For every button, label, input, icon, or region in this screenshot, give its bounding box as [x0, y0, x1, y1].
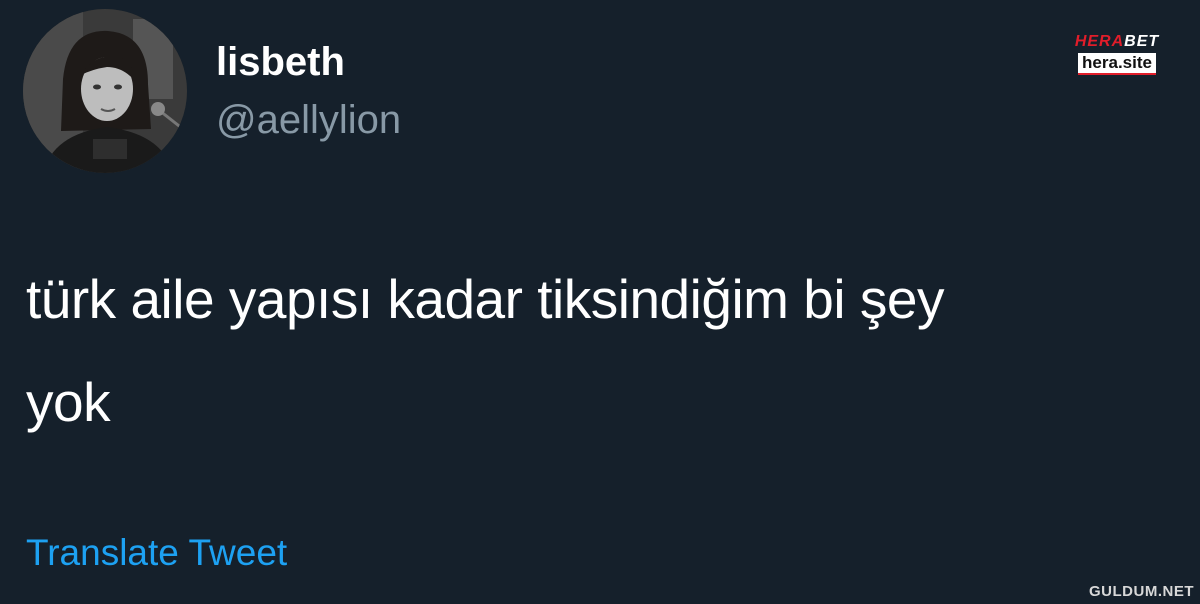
herabet-logo: HERABET — [1074, 33, 1160, 50]
herabet-watermark: HERABET hera.site — [1058, 32, 1176, 75]
guldum-watermark: GULDUM.NET — [1089, 583, 1194, 600]
avatar[interactable] — [23, 9, 187, 173]
tweet-text: türk aile yapısı kadar tiksindiğim bi şe… — [26, 248, 1196, 454]
display-name[interactable]: lisbeth — [216, 38, 345, 86]
translate-tweet-link[interactable]: Translate Tweet — [26, 530, 287, 576]
user-handle[interactable]: @aellylion — [216, 96, 401, 144]
tweet-text-line-2: yok — [26, 371, 111, 433]
herabet-site-label: hera.site — [1078, 53, 1156, 75]
tweet-text-line-1: türk aile yapısı kadar tiksindiğim bi şe… — [26, 268, 944, 330]
avatar-photo — [23, 9, 187, 173]
tweet-card: lisbeth @aellylion türk aile yapısı kada… — [0, 0, 1200, 604]
